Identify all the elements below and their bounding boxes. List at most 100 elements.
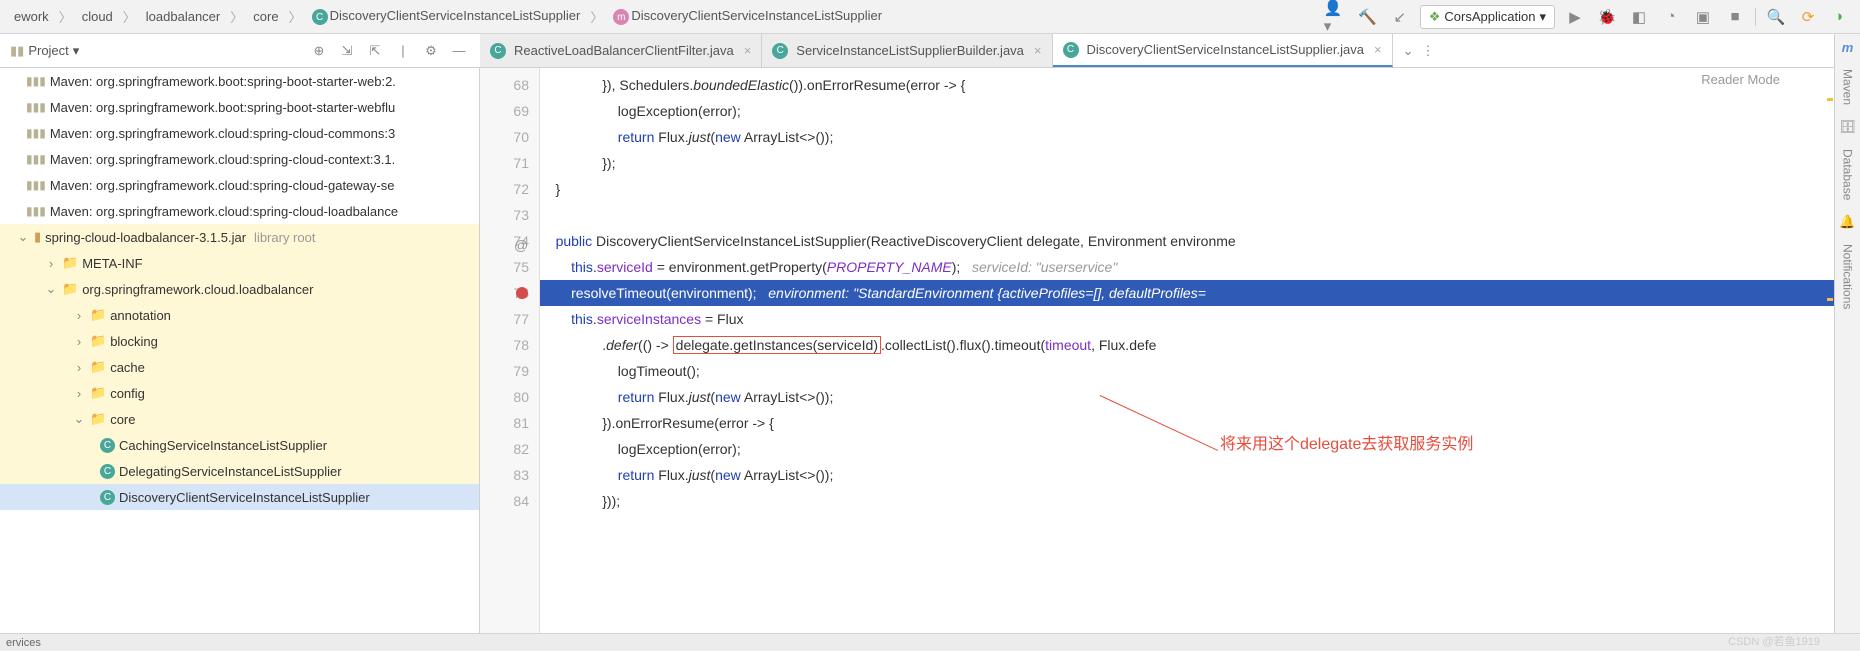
lib-node[interactable]: ▮▮▮Maven: org.springframework.boot:sprin… xyxy=(0,94,479,120)
hide-button[interactable]: — xyxy=(448,40,470,62)
code-editor[interactable]: Reader Mode 68 69 70 71 72 73 @74 75 76 … xyxy=(480,68,1860,633)
code-line[interactable]: }); xyxy=(540,150,1860,176)
sync-button[interactable]: ⟳ xyxy=(1796,5,1820,29)
notifications-tool-icon[interactable]: 🔔 xyxy=(1839,214,1855,230)
editor-tab[interactable]: CServiceInstanceListSupplierBuilder.java… xyxy=(762,34,1052,67)
folder-node[interactable]: ›📁META-INF xyxy=(0,250,479,276)
line-number[interactable]: 70 xyxy=(480,124,539,150)
marker-icon[interactable] xyxy=(1827,298,1833,301)
more-icon[interactable]: ⋮ xyxy=(1421,43,1434,59)
code-area[interactable]: }), Schedulers.boundedElastic()).onError… xyxy=(540,68,1860,633)
database-tool-icon[interactable]: 🗄 xyxy=(1839,119,1856,135)
crumb[interactable]: cloud xyxy=(76,7,119,26)
class-node[interactable]: CCachingServiceInstanceListSupplier xyxy=(0,432,479,458)
reader-mode-toggle[interactable]: Reader Mode xyxy=(1701,72,1780,87)
line-number[interactable]: 76 xyxy=(480,280,539,306)
collapse-all-button[interactable]: ⇱ xyxy=(364,40,386,62)
code-line[interactable]: })); xyxy=(540,488,1860,514)
editor-tab[interactable]: CReactiveLoadBalancerClientFilter.java× xyxy=(480,34,762,67)
line-number[interactable]: 75 xyxy=(480,254,539,280)
profile-button[interactable]: ◔ xyxy=(1659,5,1683,29)
line-number[interactable]: 78 xyxy=(480,332,539,358)
expand-icon[interactable]: › xyxy=(44,256,58,271)
crumb-method[interactable]: mDiscoveryClientServiceInstanceListSuppl… xyxy=(607,6,888,28)
marker-icon[interactable] xyxy=(1827,98,1833,101)
package-node[interactable]: ⌄📁org.springframework.cloud.loadbalancer xyxy=(0,276,479,302)
expand-icon[interactable]: › xyxy=(72,334,86,349)
code-line[interactable]: this.serviceInstances = Flux xyxy=(540,306,1860,332)
code-line[interactable]: }).onErrorResume(error -> { xyxy=(540,410,1860,436)
stop-button[interactable]: ■ xyxy=(1723,5,1747,29)
ide-button[interactable]: ◗ xyxy=(1828,5,1852,29)
folder-node[interactable]: ›📁cache xyxy=(0,354,479,380)
close-icon[interactable]: × xyxy=(1034,43,1042,58)
expand-icon[interactable]: › xyxy=(72,360,86,375)
line-number[interactable]: 81 xyxy=(480,410,539,436)
folder-node[interactable]: ⌄📁core xyxy=(0,406,479,432)
lib-node[interactable]: ▮▮▮Maven: org.springframework.cloud:spri… xyxy=(0,172,479,198)
chevron-down-icon[interactable]: ⌄ xyxy=(1403,43,1414,59)
folder-node[interactable]: ›📁config xyxy=(0,380,479,406)
folder-node[interactable]: ›📁blocking xyxy=(0,328,479,354)
expand-all-button[interactable]: ⇲ xyxy=(336,40,358,62)
lib-node[interactable]: ▮▮▮Maven: org.springframework.cloud:spri… xyxy=(0,146,479,172)
run-button[interactable]: ▶ xyxy=(1563,5,1587,29)
build-button[interactable]: 🔨 xyxy=(1356,5,1380,29)
crumb[interactable]: ework xyxy=(8,7,55,26)
project-tree[interactable]: ▮▮▮Maven: org.springframework.boot:sprin… xyxy=(0,68,480,633)
run-config-selector[interactable]: ❖ CorsApplication ▾ xyxy=(1420,5,1555,29)
code-line[interactable]: } xyxy=(540,176,1860,202)
line-number[interactable]: 80 xyxy=(480,384,539,410)
maven-tool-icon[interactable]: m xyxy=(1842,40,1854,55)
crumb-class[interactable]: CDiscoveryClientServiceInstanceListSuppl… xyxy=(306,6,587,28)
gear-icon[interactable]: ⚙ xyxy=(420,40,442,62)
jar-node[interactable]: ⌄▮spring-cloud-loadbalancer-3.1.5.jarlib… xyxy=(0,224,479,250)
crumb[interactable]: core xyxy=(247,7,284,26)
database-tool-button[interactable]: Database xyxy=(1841,149,1855,200)
attach-button[interactable]: ▣ xyxy=(1691,5,1715,29)
breakpoint-icon[interactable] xyxy=(516,287,528,299)
lib-node[interactable]: ▮▮▮Maven: org.springframework.boot:sprin… xyxy=(0,68,479,94)
editor-tab-active[interactable]: CDiscoveryClientServiceInstanceListSuppl… xyxy=(1053,34,1393,67)
expand-icon[interactable]: › xyxy=(72,308,86,323)
code-line[interactable]: return Flux.just(new ArrayList<>()); xyxy=(540,124,1860,150)
maven-tool-button[interactable]: Maven xyxy=(1841,69,1855,105)
line-number[interactable]: 79 xyxy=(480,358,539,384)
notifications-tool-button[interactable]: Notifications xyxy=(1841,244,1855,309)
expand-icon[interactable]: ⌄ xyxy=(16,229,30,245)
expand-icon[interactable]: ⌄ xyxy=(44,281,58,297)
code-line[interactable]: return Flux.just(new ArrayList<>()); xyxy=(540,462,1860,488)
select-opened-file-button[interactable]: ⊕ xyxy=(308,40,330,62)
class-node-selected[interactable]: CDiscoveryClientServiceInstanceListSuppl… xyxy=(0,484,479,510)
line-number[interactable]: 69 xyxy=(480,98,539,124)
line-number[interactable]: @74 xyxy=(480,228,539,254)
code-line[interactable]: logException(error); xyxy=(540,436,1860,462)
user-icon[interactable]: 👤▾ xyxy=(1324,5,1348,29)
code-line[interactable]: this.serviceId = environment.getProperty… xyxy=(540,254,1860,280)
lib-node[interactable]: ▮▮▮Maven: org.springframework.cloud:spri… xyxy=(0,120,479,146)
line-number[interactable]: 73 xyxy=(480,202,539,228)
line-number[interactable]: 84 xyxy=(480,488,539,514)
code-line-current[interactable]: resolveTimeout(environment); environment… xyxy=(540,280,1860,306)
line-number[interactable]: 82 xyxy=(480,436,539,462)
close-icon[interactable]: × xyxy=(744,43,752,58)
line-number[interactable]: 83 xyxy=(480,462,539,488)
lib-node[interactable]: ▮▮▮Maven: org.springframework.cloud:spri… xyxy=(0,198,479,224)
class-node[interactable]: CDelegatingServiceInstanceListSupplier xyxy=(0,458,479,484)
code-line[interactable]: }), Schedulers.boundedElastic()).onError… xyxy=(540,72,1860,98)
folder-node[interactable]: ›📁annotation xyxy=(0,302,479,328)
code-line[interactable]: .defer(() -> delegate.getInstances(servi… xyxy=(540,332,1860,358)
crumb[interactable]: loadbalancer xyxy=(140,7,226,26)
code-line[interactable]: logTimeout(); xyxy=(540,358,1860,384)
coverage-button[interactable]: ◧ xyxy=(1627,5,1651,29)
search-button[interactable]: 🔍 xyxy=(1764,5,1788,29)
line-number[interactable]: 68 xyxy=(480,72,539,98)
line-number[interactable]: 72 xyxy=(480,176,539,202)
line-number[interactable]: 71 xyxy=(480,150,539,176)
expand-icon[interactable]: ⌄ xyxy=(72,411,86,427)
gutter[interactable]: 68 69 70 71 72 73 @74 75 76 77 78 79 80 … xyxy=(480,68,540,633)
code-line[interactable] xyxy=(540,202,1860,228)
vcs-branch-icon[interactable]: ↙ xyxy=(1388,5,1412,29)
debug-button[interactable]: 🐞 xyxy=(1595,5,1619,29)
project-view-selector[interactable]: ▮▮ Project ▾ xyxy=(10,43,79,59)
